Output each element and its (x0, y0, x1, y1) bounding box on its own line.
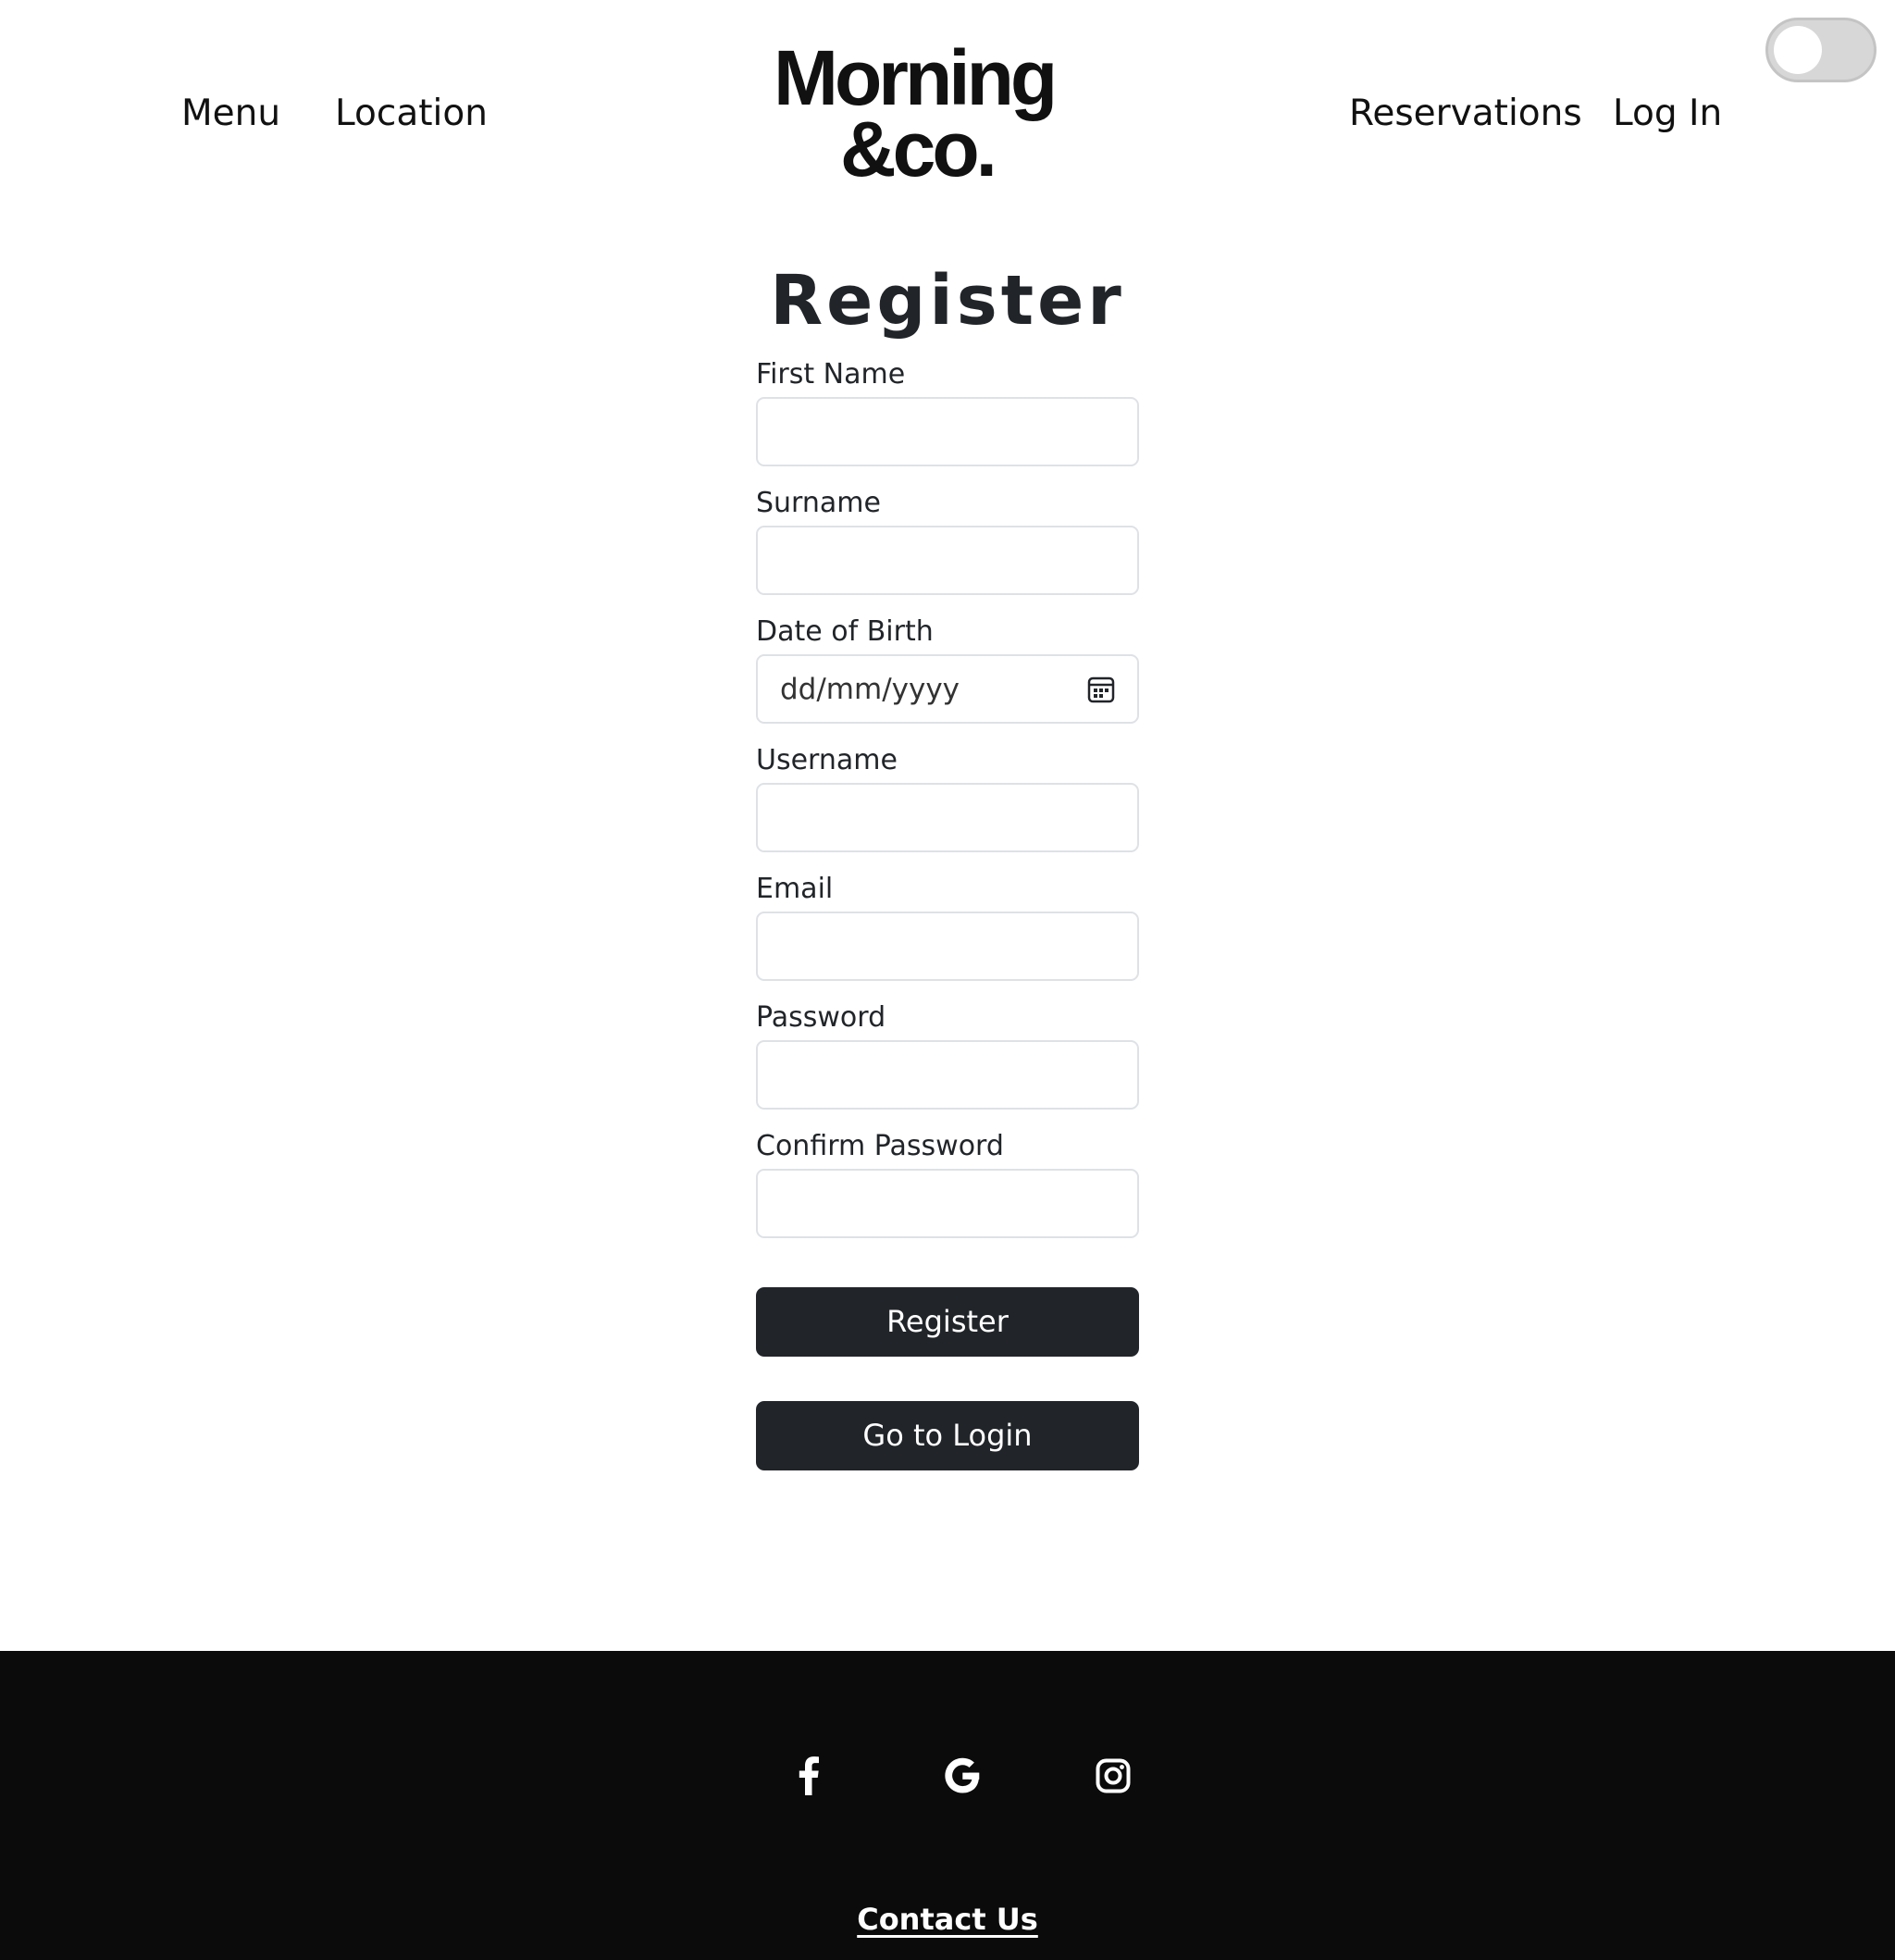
morning-and-co-logo[interactable]: Morning &co. (774, 39, 1058, 192)
footer: Contact Us (0, 1651, 1895, 1960)
username-label: Username (756, 744, 898, 776)
logo-line-2: &co. (839, 105, 997, 192)
date-of-birth-label: Date of Birth (756, 615, 934, 648)
register-button[interactable]: Register (756, 1287, 1139, 1357)
nav-location-link[interactable]: Location (335, 93, 488, 135)
email-label: Email (756, 873, 834, 905)
email-input[interactable] (756, 912, 1139, 981)
toggle-knob (1774, 26, 1822, 74)
nav-reservations-link[interactable]: Reservations (1349, 93, 1582, 135)
confirm-password-input[interactable] (756, 1169, 1139, 1238)
instagram-icon[interactable] (1090, 1753, 1136, 1799)
first-name-label: First Name (756, 358, 906, 391)
google-icon[interactable] (939, 1753, 985, 1799)
password-input[interactable] (756, 1040, 1139, 1110)
surname-input[interactable] (756, 526, 1139, 595)
password-label: Password (756, 1001, 886, 1034)
register-form: First Name Surname Date of Birth dd/mm/y… (756, 356, 1139, 1257)
date-of-birth-input[interactable]: dd/mm/yyyy (756, 654, 1139, 724)
theme-toggle-switch[interactable] (1765, 18, 1876, 82)
username-input[interactable] (756, 783, 1139, 852)
date-placeholder: dd/mm/yyyy (780, 672, 960, 706)
first-name-input[interactable] (756, 397, 1139, 466)
go-to-login-button[interactable]: Go to Login (756, 1401, 1139, 1470)
confirm-password-label: Confirm Password (756, 1130, 1004, 1162)
contact-us-link[interactable]: Contact Us (0, 1901, 1895, 1938)
page-title: Register (770, 261, 1125, 341)
register-page: Menu Location Morning &co. Reservations … (0, 0, 1895, 1960)
surname-label: Surname (756, 487, 881, 519)
facebook-icon[interactable] (786, 1753, 832, 1799)
nav-menu-link[interactable]: Menu (181, 93, 280, 135)
nav-login-link[interactable]: Log In (1613, 93, 1722, 135)
calendar-icon[interactable] (1087, 676, 1115, 703)
